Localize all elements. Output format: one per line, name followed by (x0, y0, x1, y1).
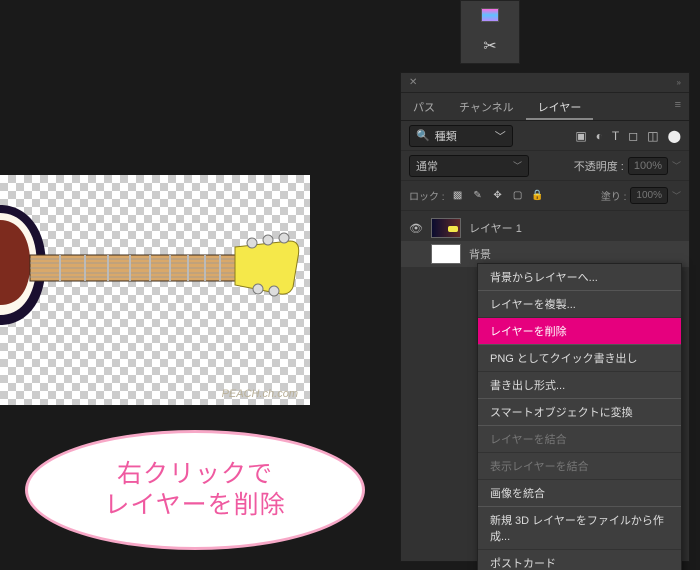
filter-type-icons: ▣ ◐ T ◻ ◫ ⬤ (575, 129, 681, 143)
filter-image-icon[interactable]: ▣ (575, 129, 586, 143)
lock-transparent-icon[interactable]: ▩ (451, 190, 465, 201)
tab-channels[interactable]: チャンネル (447, 93, 526, 120)
guitar-image (0, 205, 310, 365)
filter-adjust-icon[interactable]: ◐ (596, 129, 603, 143)
menu-postcard[interactable]: ポストカード (478, 549, 681, 570)
lock-artboard-icon[interactable]: ▢ (511, 190, 525, 201)
layer-filter-input[interactable] (435, 130, 490, 142)
tab-paths[interactable]: パス (401, 93, 447, 120)
layer-thumbnail[interactable] (431, 218, 461, 238)
filter-smart-icon[interactable]: ◫ (647, 129, 658, 143)
filter-shape-icon[interactable]: ◻ (628, 129, 638, 143)
panel-options-icon[interactable]: ≡ (667, 93, 689, 120)
menu-new-3d-layer[interactable]: 新規 3D レイヤーをファイルから作成... (478, 506, 681, 549)
chevron-down-icon: ﹀ (495, 128, 506, 144)
lock-move-icon[interactable]: ✥ (491, 190, 505, 201)
blend-mode-value: 通常 (416, 158, 438, 174)
layer-row[interactable]: 👁 レイヤー 1 (401, 215, 689, 241)
document-canvas[interactable]: PEACH.ch.com (0, 175, 310, 405)
fill-value[interactable]: 100% (630, 187, 668, 204)
gradient-swatch[interactable] (481, 8, 499, 22)
layer-thumbnail[interactable] (431, 244, 461, 264)
chevron-down-icon: ﹀ (672, 189, 681, 202)
scissor-icon[interactable]: ✂ (483, 36, 496, 56)
layer-context-menu: 背景からレイヤーへ... レイヤーを複製... レイヤーを削除 PNG としてク… (477, 263, 682, 570)
lock-all-icon[interactable]: 🔒 (531, 190, 545, 201)
search-icon: 🔍 (416, 129, 430, 142)
menu-quick-export-png[interactable]: PNG としてクイック書き出し (478, 344, 681, 371)
panel-menu-icon[interactable]: » (677, 78, 681, 87)
chevron-down-icon: ﹀ (672, 159, 681, 172)
menu-duplicate-layer[interactable]: レイヤーを複製... (478, 290, 681, 317)
layer-name[interactable]: 背景 (469, 246, 491, 262)
panel-close-icon[interactable]: ✕ (409, 77, 417, 88)
opacity-label: 不透明度 : (574, 158, 624, 174)
layer-name[interactable]: レイヤー 1 (469, 220, 522, 236)
menu-convert-smart-object[interactable]: スマートオブジェクトに変換 (478, 398, 681, 425)
annotation-bubble: 右クリックで レイヤーを削除 (25, 430, 365, 550)
blend-mode-select[interactable]: 通常 ﹀ (409, 155, 529, 177)
opacity-value[interactable]: 100% (628, 157, 668, 175)
menu-bg-to-layer[interactable]: 背景からレイヤーへ... (478, 264, 681, 290)
filter-toggle-icon[interactable]: ⬤ (668, 129, 681, 143)
menu-delete-layer[interactable]: レイヤーを削除 (478, 317, 681, 344)
bubble-line2: レイヤーを削除 (104, 491, 285, 519)
tab-layers[interactable]: レイヤー (526, 93, 594, 120)
chevron-down-icon: ﹀ (513, 159, 522, 172)
bubble-line1: 右クリックで (117, 460, 273, 488)
menu-export-as[interactable]: 書き出し形式... (478, 371, 681, 398)
visibility-icon[interactable]: 👁 (409, 222, 423, 235)
lock-paint-icon[interactable]: ✎ (471, 190, 485, 201)
layer-filter-select[interactable]: 🔍 ﹀ (409, 125, 513, 147)
menu-flatten-image[interactable]: 画像を統合 (478, 479, 681, 506)
fill-label: 塗り : (601, 188, 627, 203)
lock-label: ロック : (409, 188, 445, 203)
filter-type-icon[interactable]: T (612, 129, 619, 143)
watermark-text: PEACH.ch.com (222, 388, 298, 400)
menu-merge-visible: 表示レイヤーを結合 (478, 452, 681, 479)
menu-merge-layers: レイヤーを結合 (478, 425, 681, 452)
